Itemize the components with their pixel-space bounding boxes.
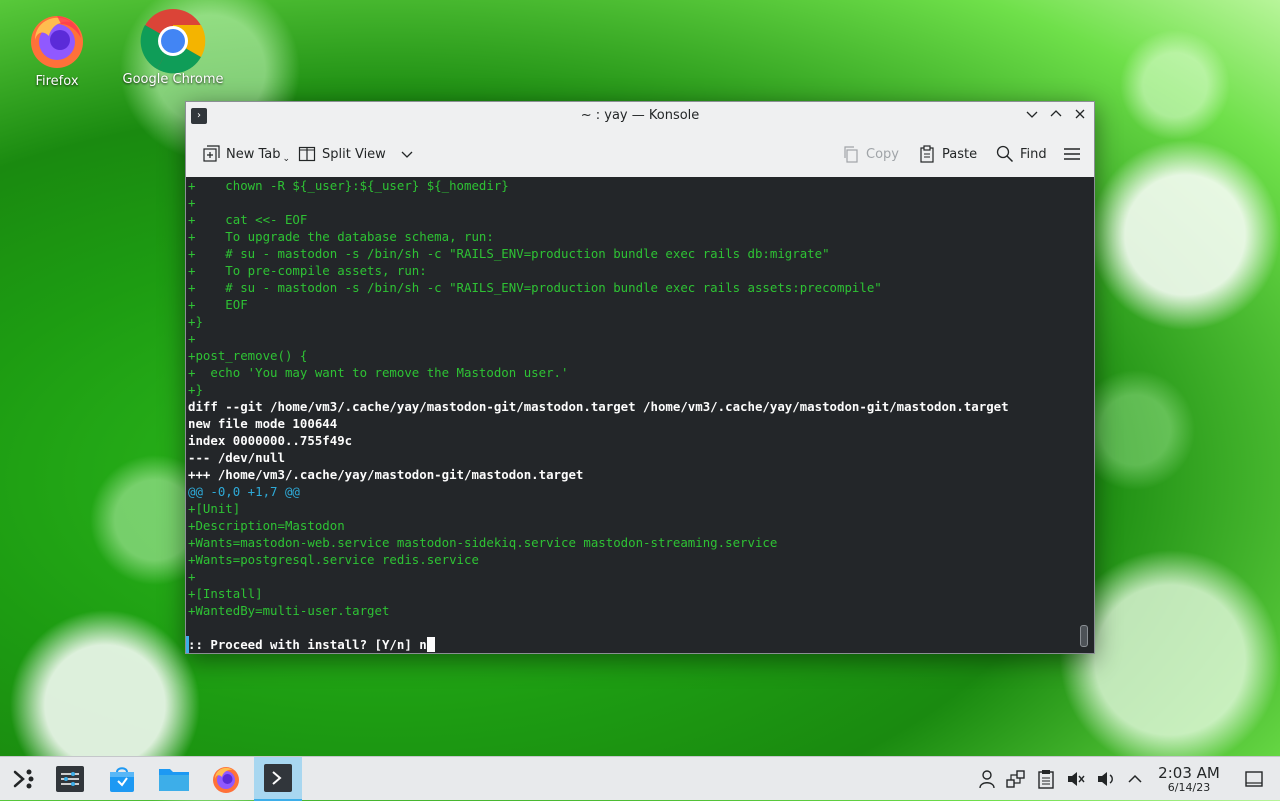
copy-icon [844, 146, 858, 163]
terminal-line: index 0000000..755f49c [188, 433, 353, 448]
terminal-line: + [188, 569, 196, 584]
terminal-line: + To pre-compile assets, run: [188, 263, 427, 278]
terminal-line: + To upgrade the database schema, run: [188, 229, 494, 244]
copy-button[interactable]: Copy [842, 144, 899, 164]
user-icon[interactable] [977, 769, 997, 789]
terminal-line: +Description=Mastodon [188, 518, 345, 533]
chevron-down-icon: ⌄ [282, 154, 291, 164]
desktop-icon-label: Google Chrome [122, 72, 224, 87]
paste-label: Paste [942, 146, 978, 162]
application-launcher-button[interactable] [0, 757, 48, 801]
mute-icon[interactable] [1066, 769, 1086, 789]
files-icon [159, 769, 189, 791]
clipboard-icon[interactable] [1036, 769, 1056, 789]
chevron-down-icon [401, 151, 413, 158]
digital-clock[interactable]: 2:03 AM 6/14/23 [1150, 765, 1228, 795]
minimize-button[interactable] [1022, 106, 1042, 126]
close-icon [1075, 109, 1085, 119]
firefox-icon [213, 767, 239, 793]
active-line-marker [186, 636, 189, 653]
split-view-icon [298, 146, 316, 162]
terminal-prompt-line: :: Proceed with install? [Y/n] n [188, 636, 1094, 653]
window-titlebar[interactable]: › ~ : yay — Konsole [186, 102, 1094, 130]
split-view-label: Split View [322, 146, 386, 162]
terminal-line: +Wants=mastodon-web.service mastodon-sid… [188, 535, 778, 550]
discover-button[interactable] [98, 757, 146, 801]
expand-tray-icon[interactable] [1125, 769, 1145, 789]
clock-time: 2:03 AM [1158, 764, 1220, 782]
terminal-line: + chown -R ${_user}:${_user} ${_homedir} [188, 178, 509, 193]
terminal-line: + # su - mastodon -s /bin/sh -c "RAILS_E… [188, 280, 882, 295]
konsole-task-button[interactable] [254, 757, 302, 801]
terminal-line: +} [188, 314, 203, 329]
network-icon[interactable] [1006, 769, 1026, 789]
split-view-button[interactable]: Split View [298, 144, 414, 164]
chrome-icon [140, 8, 206, 74]
maximize-icon [1050, 110, 1062, 117]
paste-icon [920, 145, 934, 163]
discover-icon [110, 767, 134, 792]
firefox-task-button[interactable] [202, 757, 250, 801]
terminal-line: + [188, 195, 196, 210]
terminal-line: +} [188, 382, 203, 397]
terminal-line: +++ /home/vm3/.cache/yay/mastodon-git/ma… [188, 467, 584, 482]
konsole-toolbar: New Tab ⌄ Split View Copy Paste Find [186, 130, 1094, 178]
terminal-line: --- /dev/null [188, 450, 285, 465]
find-button[interactable]: Find [996, 144, 1047, 164]
terminal-scrollbar[interactable] [1080, 625, 1088, 647]
copy-label: Copy [866, 146, 899, 162]
hamburger-menu-icon [1064, 148, 1080, 160]
find-label: Find [1020, 146, 1047, 162]
terminal-line: +[Unit] [188, 501, 241, 516]
taskbar: 2:03 AM 6/14/23 [0, 756, 1280, 801]
terminal-line: + # su - mastodon -s /bin/sh -c "RAILS_E… [188, 246, 830, 261]
pager-icon [56, 766, 84, 792]
minimize-icon [1026, 111, 1038, 118]
terminal-line: diff --git /home/vm3/.cache/yay/mastodon… [188, 399, 1009, 414]
window-title: ~ : yay — Konsole [580, 108, 700, 123]
desktop-icon-firefox[interactable]: Firefox [2, 10, 112, 89]
hamburger-menu-button[interactable] [1063, 144, 1081, 164]
paste-button[interactable]: Paste [918, 144, 977, 164]
search-icon [996, 145, 1014, 163]
firefox-icon [27, 10, 87, 70]
new-tab-label: New Tab [226, 146, 281, 162]
terminal-line: + cat <<- EOF [188, 212, 308, 227]
terminal-line: @@ -0,0 +1,7 @@ [188, 484, 300, 499]
text-cursor [426, 637, 435, 652]
terminal-line: + [188, 331, 196, 346]
terminal-line: new file mode 100644 [188, 416, 338, 431]
desktop-icon-label: Firefox [35, 74, 79, 89]
terminal-line: +post_remove() { [188, 348, 308, 363]
show-desktop-icon[interactable] [1244, 769, 1264, 789]
maximize-button[interactable] [1046, 106, 1066, 126]
new-tab-button[interactable]: New Tab ⌄ [202, 144, 290, 164]
terminal-line: +Wants=postgresql.service redis.service [188, 552, 479, 567]
terminal-line: + echo 'You may want to remove the Masto… [188, 365, 569, 380]
new-tab-icon [203, 145, 220, 162]
konsole-window: › ~ : yay — Konsole New Tab ⌄ Split View… [185, 101, 1095, 654]
terminal-output[interactable]: + chown -R ${_user}:${_user} ${_homedir}… [186, 177, 1094, 653]
close-button[interactable] [1070, 106, 1090, 126]
clock-date: 6/14/23 [1167, 781, 1211, 794]
desktop-icon-chrome[interactable]: Google Chrome [118, 8, 228, 87]
files-button[interactable] [150, 757, 198, 801]
konsole-icon [264, 764, 292, 792]
application-launcher-icon [13, 769, 34, 789]
terminal-line: +[Install] [188, 586, 263, 601]
terminal-line: +WantedBy=multi-user.target [188, 603, 390, 618]
pager-button[interactable] [46, 757, 94, 801]
volume-icon[interactable] [1096, 769, 1116, 789]
terminal-line: + EOF [188, 297, 248, 312]
